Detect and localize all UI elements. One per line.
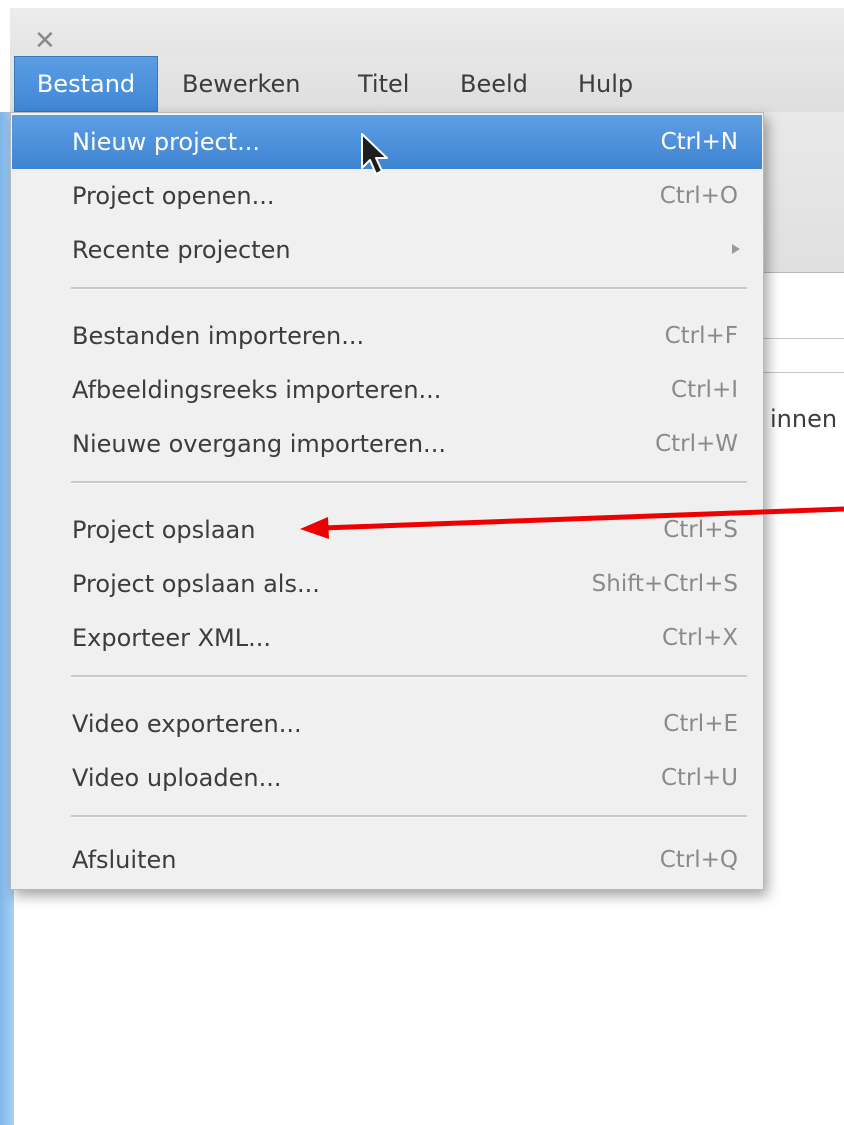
menu-item-label: Nieuw project... <box>72 128 261 156</box>
toolbar-background <box>760 112 844 273</box>
menu-item-label: Video exporteren... <box>72 710 302 738</box>
menu-separator <box>71 815 747 818</box>
menu-beeld[interactable]: Beeld <box>460 56 528 112</box>
mouse-pointer-icon <box>361 133 388 175</box>
menu-item-label: Afbeeldingsreeks importeren... <box>72 376 442 404</box>
menu-item-label: Project openen... <box>72 182 275 210</box>
menu-item-shortcut: Ctrl+F <box>664 323 738 349</box>
menu-item-label: Project opslaan <box>72 516 256 544</box>
menu-item-label: Exporteer XML... <box>72 624 271 652</box>
menu-item-label: Nieuwe overgang importeren... <box>72 430 446 458</box>
close-icon[interactable]: ✕ <box>34 22 74 60</box>
menu-item-shortcut: Shift+Ctrl+S <box>591 571 738 597</box>
menu-separator <box>71 481 747 484</box>
submenu-arrow-icon <box>732 244 740 254</box>
title-bar: ✕ <box>10 8 844 56</box>
menu-item-shortcut: Ctrl+I <box>671 377 738 403</box>
menu-bar: Bestand Bewerken Titel Beeld Hulp <box>10 56 844 112</box>
menu-item-label: Project opslaan als... <box>72 570 320 598</box>
menu-item-label: Afsluiten <box>72 846 177 874</box>
menu-hulp[interactable]: Hulp <box>578 56 633 112</box>
bestand-dropdown-menu: Nieuw project... Ctrl+N Project openen..… <box>10 112 764 890</box>
menu-item-recente-projecten[interactable]: Recente projecten <box>12 223 762 277</box>
menu-item-label: Recente projecten <box>72 236 291 264</box>
menu-item-shortcut: Ctrl+W <box>655 431 738 457</box>
menu-separator <box>71 675 747 678</box>
divider <box>760 372 844 373</box>
menu-item-shortcut: Ctrl+U <box>660 765 738 791</box>
menu-bestand[interactable]: Bestand <box>14 56 158 112</box>
menu-item-afsluiten[interactable]: Afsluiten Ctrl+Q <box>12 833 762 887</box>
menu-item-project-opslaan-als[interactable]: Project opslaan als... Shift+Ctrl+S <box>12 557 762 611</box>
menu-item-nieuwe-overgang-importeren[interactable]: Nieuwe overgang importeren... Ctrl+W <box>12 417 762 471</box>
menu-bewerken[interactable]: Bewerken <box>182 56 301 112</box>
menu-item-shortcut: Ctrl+Q <box>659 847 738 873</box>
menu-item-shortcut: Ctrl+X <box>662 625 738 651</box>
menu-titel[interactable]: Titel <box>358 56 409 112</box>
menu-item-video-exporteren[interactable]: Video exporteren... Ctrl+E <box>12 697 762 751</box>
menu-item-shortcut: Ctrl+S <box>663 517 738 543</box>
menu-item-shortcut: Ctrl+O <box>659 183 738 209</box>
menu-item-video-uploaden[interactable]: Video uploaden... Ctrl+U <box>12 751 762 805</box>
menu-item-label: Bestanden importeren... <box>72 322 365 350</box>
background-label: innen <box>770 405 838 433</box>
menu-item-shortcut: Ctrl+E <box>663 711 738 737</box>
menu-item-bestanden-importeren[interactable]: Bestanden importeren... Ctrl+F <box>12 309 762 363</box>
menu-separator <box>71 287 747 290</box>
divider <box>760 338 844 339</box>
menu-item-project-opslaan[interactable]: Project opslaan Ctrl+S <box>12 503 762 557</box>
menu-item-afbeeldingsreeks-importeren[interactable]: Afbeeldingsreeks importeren... Ctrl+I <box>12 363 762 417</box>
menu-item-shortcut: Ctrl+N <box>660 129 738 155</box>
menu-item-exporteer-xml[interactable]: Exporteer XML... Ctrl+X <box>12 611 762 665</box>
menu-item-label: Video uploaden... <box>72 764 282 792</box>
